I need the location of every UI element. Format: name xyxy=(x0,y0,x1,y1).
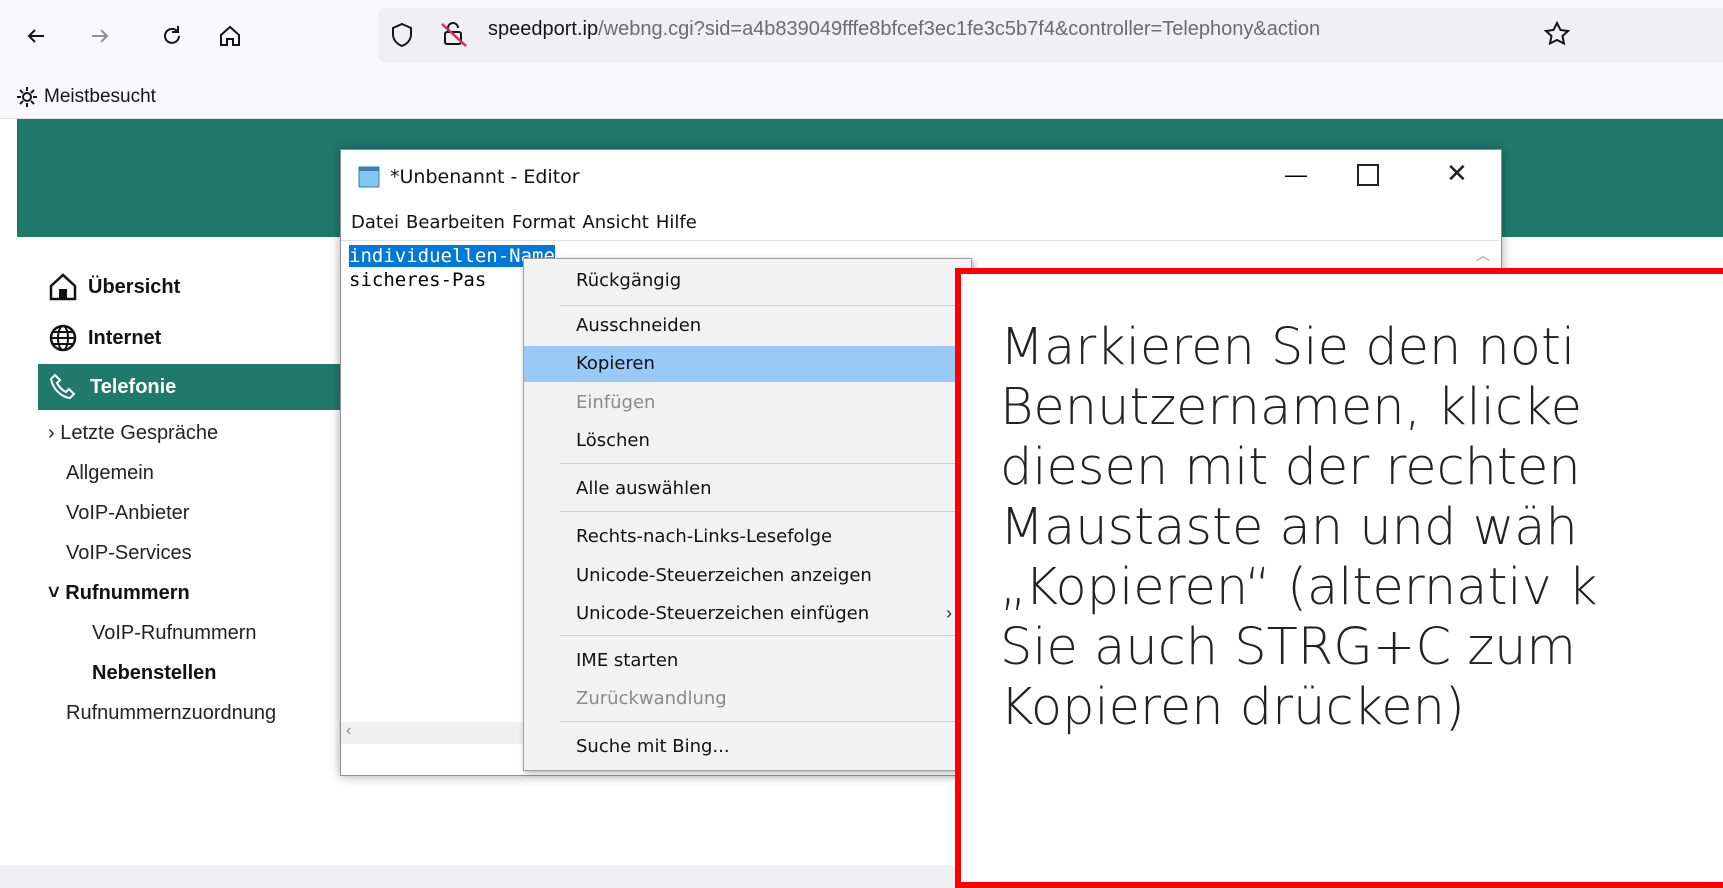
nav-letzte-gespraeche-label: Letzte Gespräche xyxy=(60,422,219,444)
menu-bearbeiten[interactable]: Bearbeiten xyxy=(406,212,505,233)
nav-internet[interactable]: Internet xyxy=(48,323,161,353)
bookmarks-toolbar xyxy=(0,76,1723,119)
instruction-line: „Kopieren“ (alternativ k xyxy=(1000,558,1598,617)
instruction-line: Benutzernamen, klicke xyxy=(1000,378,1583,437)
menu-item-delete[interactable]: Löschen xyxy=(524,423,970,459)
separator xyxy=(560,511,960,512)
instruction-line: Markieren Sie den noti xyxy=(1000,318,1576,377)
horizontal-scrollbar[interactable] xyxy=(341,722,541,744)
insecure-lock-icon[interactable] xyxy=(440,20,468,48)
menu-item-select-all[interactable]: Alle auswählen xyxy=(524,471,970,507)
separator xyxy=(560,635,960,636)
nav-telefonie-label: Telefonie xyxy=(90,375,177,398)
menu-item-paste[interactable]: Einfügen xyxy=(524,385,970,421)
arrow-right-icon xyxy=(92,29,109,43)
instruction-line: diesen mit der rechten xyxy=(1000,438,1581,497)
menu-datei[interactable]: Datei xyxy=(351,212,399,233)
phone-icon xyxy=(49,373,76,400)
nav-telefonie[interactable]: Telefonie xyxy=(38,364,358,410)
separator xyxy=(560,305,960,306)
notepad-app-icon xyxy=(358,166,380,188)
separator xyxy=(560,463,960,464)
bookmark-folder-meistbesucht[interactable]: Meistbesucht xyxy=(44,86,156,108)
scroll-up-arrow[interactable]: ︿ xyxy=(1476,245,1490,265)
shield-icon[interactable] xyxy=(390,22,414,48)
separator xyxy=(560,721,960,722)
menu-item-search-bing[interactable]: Suche mit Bing... xyxy=(524,729,970,765)
home-button[interactable] xyxy=(210,14,250,58)
menu-item-reconversion[interactable]: Zurückwandlung xyxy=(524,681,970,717)
menu-item-undo[interactable]: Rückgängig xyxy=(524,263,970,299)
minimize-button[interactable]: — xyxy=(1285,162,1307,188)
instruction-line: Sie auch STRG+C zum xyxy=(1000,618,1577,677)
nav-voip-anbieter[interactable]: VoIP-Anbieter xyxy=(66,502,189,525)
nav-rufnummernzuordnung[interactable]: Rufnummernzuordnung xyxy=(66,702,276,725)
url-text[interactable]: speedport.ip/webng.cgi?sid=a4b839049fffe… xyxy=(488,18,1320,41)
notepad-title: *Unbenannt - Editor xyxy=(390,166,580,188)
back-button[interactable] xyxy=(16,14,56,58)
arrow-left-icon xyxy=(27,29,44,43)
nav-uebersicht-label: Übersicht xyxy=(88,275,181,298)
menu-item-copy[interactable]: Kopieren xyxy=(524,346,970,382)
nav-letzte-gespraeche[interactable]: › Letzte Gespräche xyxy=(48,422,218,445)
nav-rufnummern[interactable]: ˅ Rufnummern xyxy=(48,582,190,605)
menu-item-cut[interactable]: Ausschneiden xyxy=(524,308,970,344)
reload-button[interactable] xyxy=(152,14,192,58)
nav-voip-rufnummern[interactable]: VoIP-Rufnummern xyxy=(92,622,257,645)
nav-internet-label: Internet xyxy=(88,326,162,349)
instruction-text: Markieren Sie den noti Benutzernamen, kl… xyxy=(1000,318,1723,738)
nav-nebenstellen[interactable]: Nebenstellen xyxy=(92,662,216,685)
nav-allgemein[interactable]: Allgemein xyxy=(66,462,154,485)
submenu-arrow-icon: › xyxy=(946,603,952,623)
close-button[interactable]: ✕ xyxy=(1446,158,1468,189)
nav-uebersicht[interactable]: Übersicht xyxy=(48,272,180,302)
nav-voip-services[interactable]: VoIP-Services xyxy=(66,542,192,565)
menu-item-insert-unicode[interactable]: Unicode-Steuerzeichen einfügen xyxy=(524,596,970,632)
notepad-menubar: Datei Bearbeiten Format Ansicht Hilfe xyxy=(351,212,697,233)
scroll-left-arrow[interactable]: ‹ xyxy=(346,722,351,740)
instruction-line: Maustaste an und wäh xyxy=(1000,498,1578,557)
menu-format[interactable]: Format xyxy=(512,212,575,233)
menu-item-rtl[interactable]: Rechts-nach-Links-Lesefolge xyxy=(524,519,970,555)
maximize-button[interactable] xyxy=(1357,164,1379,186)
menu-item-show-unicode[interactable]: Unicode-Steuerzeichen anzeigen xyxy=(524,558,970,594)
reload-icon xyxy=(164,26,180,44)
globe-icon xyxy=(49,324,77,352)
forward-button[interactable] xyxy=(80,14,120,58)
menu-ansicht[interactable]: Ansicht xyxy=(582,212,648,233)
instruction-line: Kopieren drücken) xyxy=(1000,678,1465,737)
bookmark-star-icon[interactable] xyxy=(1543,20,1571,48)
menu-item-ime[interactable]: IME starten xyxy=(524,643,970,679)
menubar-divider xyxy=(341,240,1499,241)
gear-icon xyxy=(17,87,37,107)
home-icon xyxy=(220,25,240,46)
house-icon xyxy=(49,273,77,301)
menu-hilfe[interactable]: Hilfe xyxy=(656,212,697,233)
nav-rufnummern-label: Rufnummern xyxy=(65,582,190,604)
